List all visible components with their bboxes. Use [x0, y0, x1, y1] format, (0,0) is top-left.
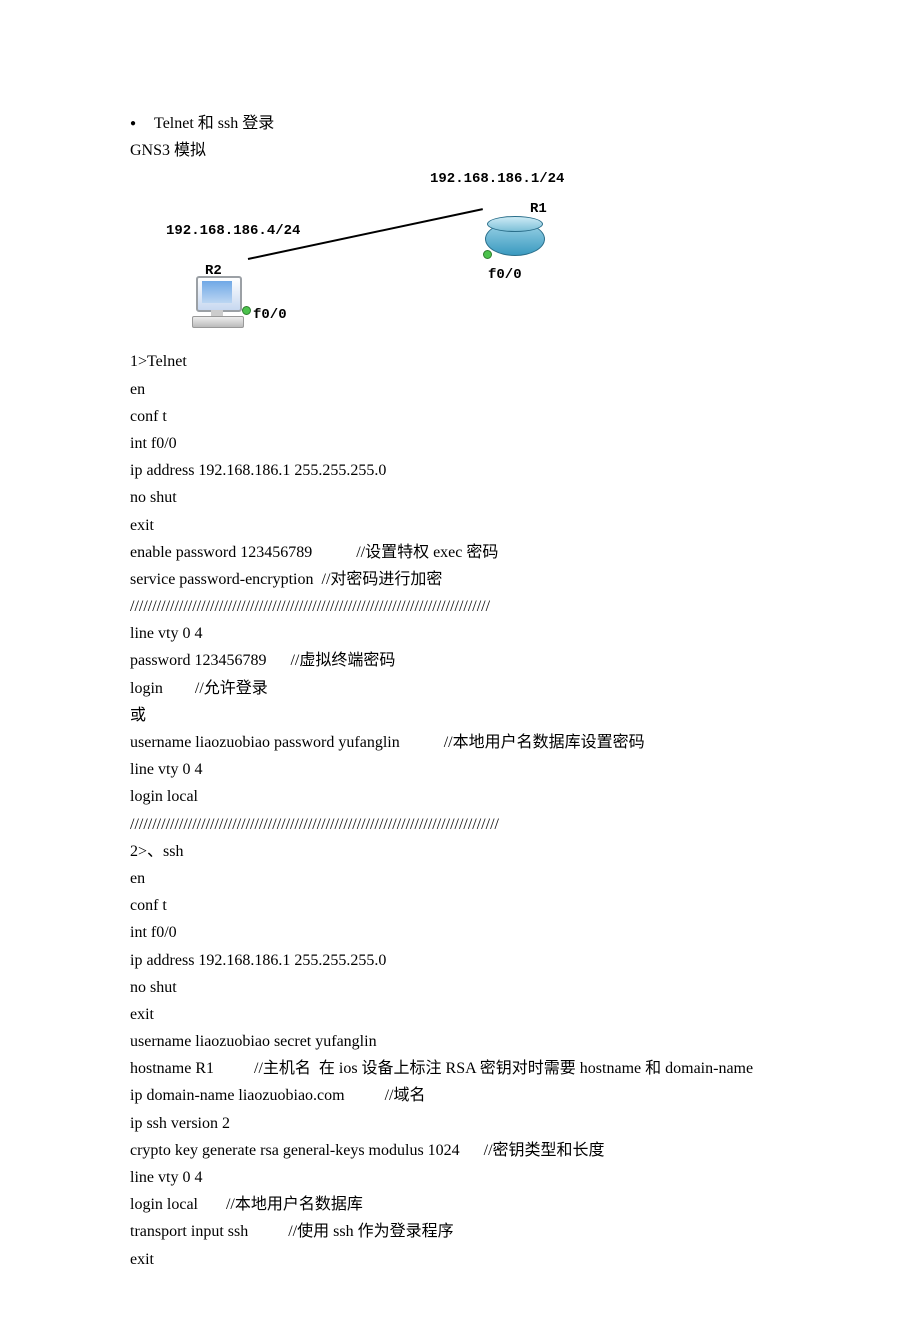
interface-r2-label: f0/0	[253, 304, 287, 328]
heading-bullet: Telnet 和 ssh 登录	[130, 110, 790, 137]
config-line: ////////////////////////////////////////…	[130, 811, 790, 838]
interface-r1-label: f0/0	[488, 264, 522, 288]
config-line: conf t	[130, 892, 790, 919]
config-line: ip ssh version 2	[130, 1110, 790, 1137]
config-line: username liaozuobiao password yufanglin …	[130, 729, 790, 756]
config-line: password 123456789 //虚拟终端密码	[130, 647, 790, 674]
ip-r1-label: 192.168.186.1/24	[430, 168, 564, 192]
config-line: 2>、ssh	[130, 838, 790, 865]
network-diagram: 192.168.186.1/24 192.168.186.4/24 R1 R2 …	[130, 168, 610, 348]
config-lines: 1>Telnetenconf tint f0/0ip address 192.1…	[130, 348, 790, 1272]
config-line: transport input ssh //使用 ssh 作为登录程序	[130, 1218, 790, 1245]
config-line: ip domain-name liaozuobiao.com //域名	[130, 1082, 790, 1109]
config-line: ip address 192.168.186.1 255.255.255.0	[130, 947, 790, 974]
ip-r2-label: 192.168.186.4/24	[166, 220, 300, 244]
config-line: ip address 192.168.186.1 255.255.255.0	[130, 457, 790, 484]
config-line: crypto key generate rsa general-keys mod…	[130, 1137, 790, 1164]
config-line: int f0/0	[130, 919, 790, 946]
config-line: conf t	[130, 403, 790, 430]
config-line: en	[130, 865, 790, 892]
config-line: enable password 123456789 //设置特权 exec 密码	[130, 539, 790, 566]
config-line: service password-encryption //对密码进行加密	[130, 566, 790, 593]
config-line: line vty 0 4	[130, 1164, 790, 1191]
config-line: no shut	[130, 974, 790, 1001]
config-line: line vty 0 4	[130, 756, 790, 783]
config-line: username liaozuobiao secret yufanglin	[130, 1028, 790, 1055]
config-line: int f0/0	[130, 430, 790, 457]
config-line: login local //本地用户名数据库	[130, 1191, 790, 1218]
config-line: en	[130, 376, 790, 403]
config-line: exit	[130, 1001, 790, 1028]
config-line: exit	[130, 1246, 790, 1273]
config-line: exit	[130, 512, 790, 539]
config-line: 或	[130, 702, 790, 729]
config-line: ////////////////////////////////////////…	[130, 593, 790, 620]
gns3-line: GNS3 模拟	[130, 137, 790, 164]
config-line: 1>Telnet	[130, 348, 790, 375]
config-line: no shut	[130, 484, 790, 511]
config-line: login //允许登录	[130, 675, 790, 702]
config-line: login local	[130, 783, 790, 810]
config-line: line vty 0 4	[130, 620, 790, 647]
router-icon	[485, 216, 545, 258]
pc-icon	[192, 276, 247, 334]
config-line: hostname R1 //主机名 在 ios 设备上标注 RSA 密钥对时需要…	[130, 1055, 790, 1082]
